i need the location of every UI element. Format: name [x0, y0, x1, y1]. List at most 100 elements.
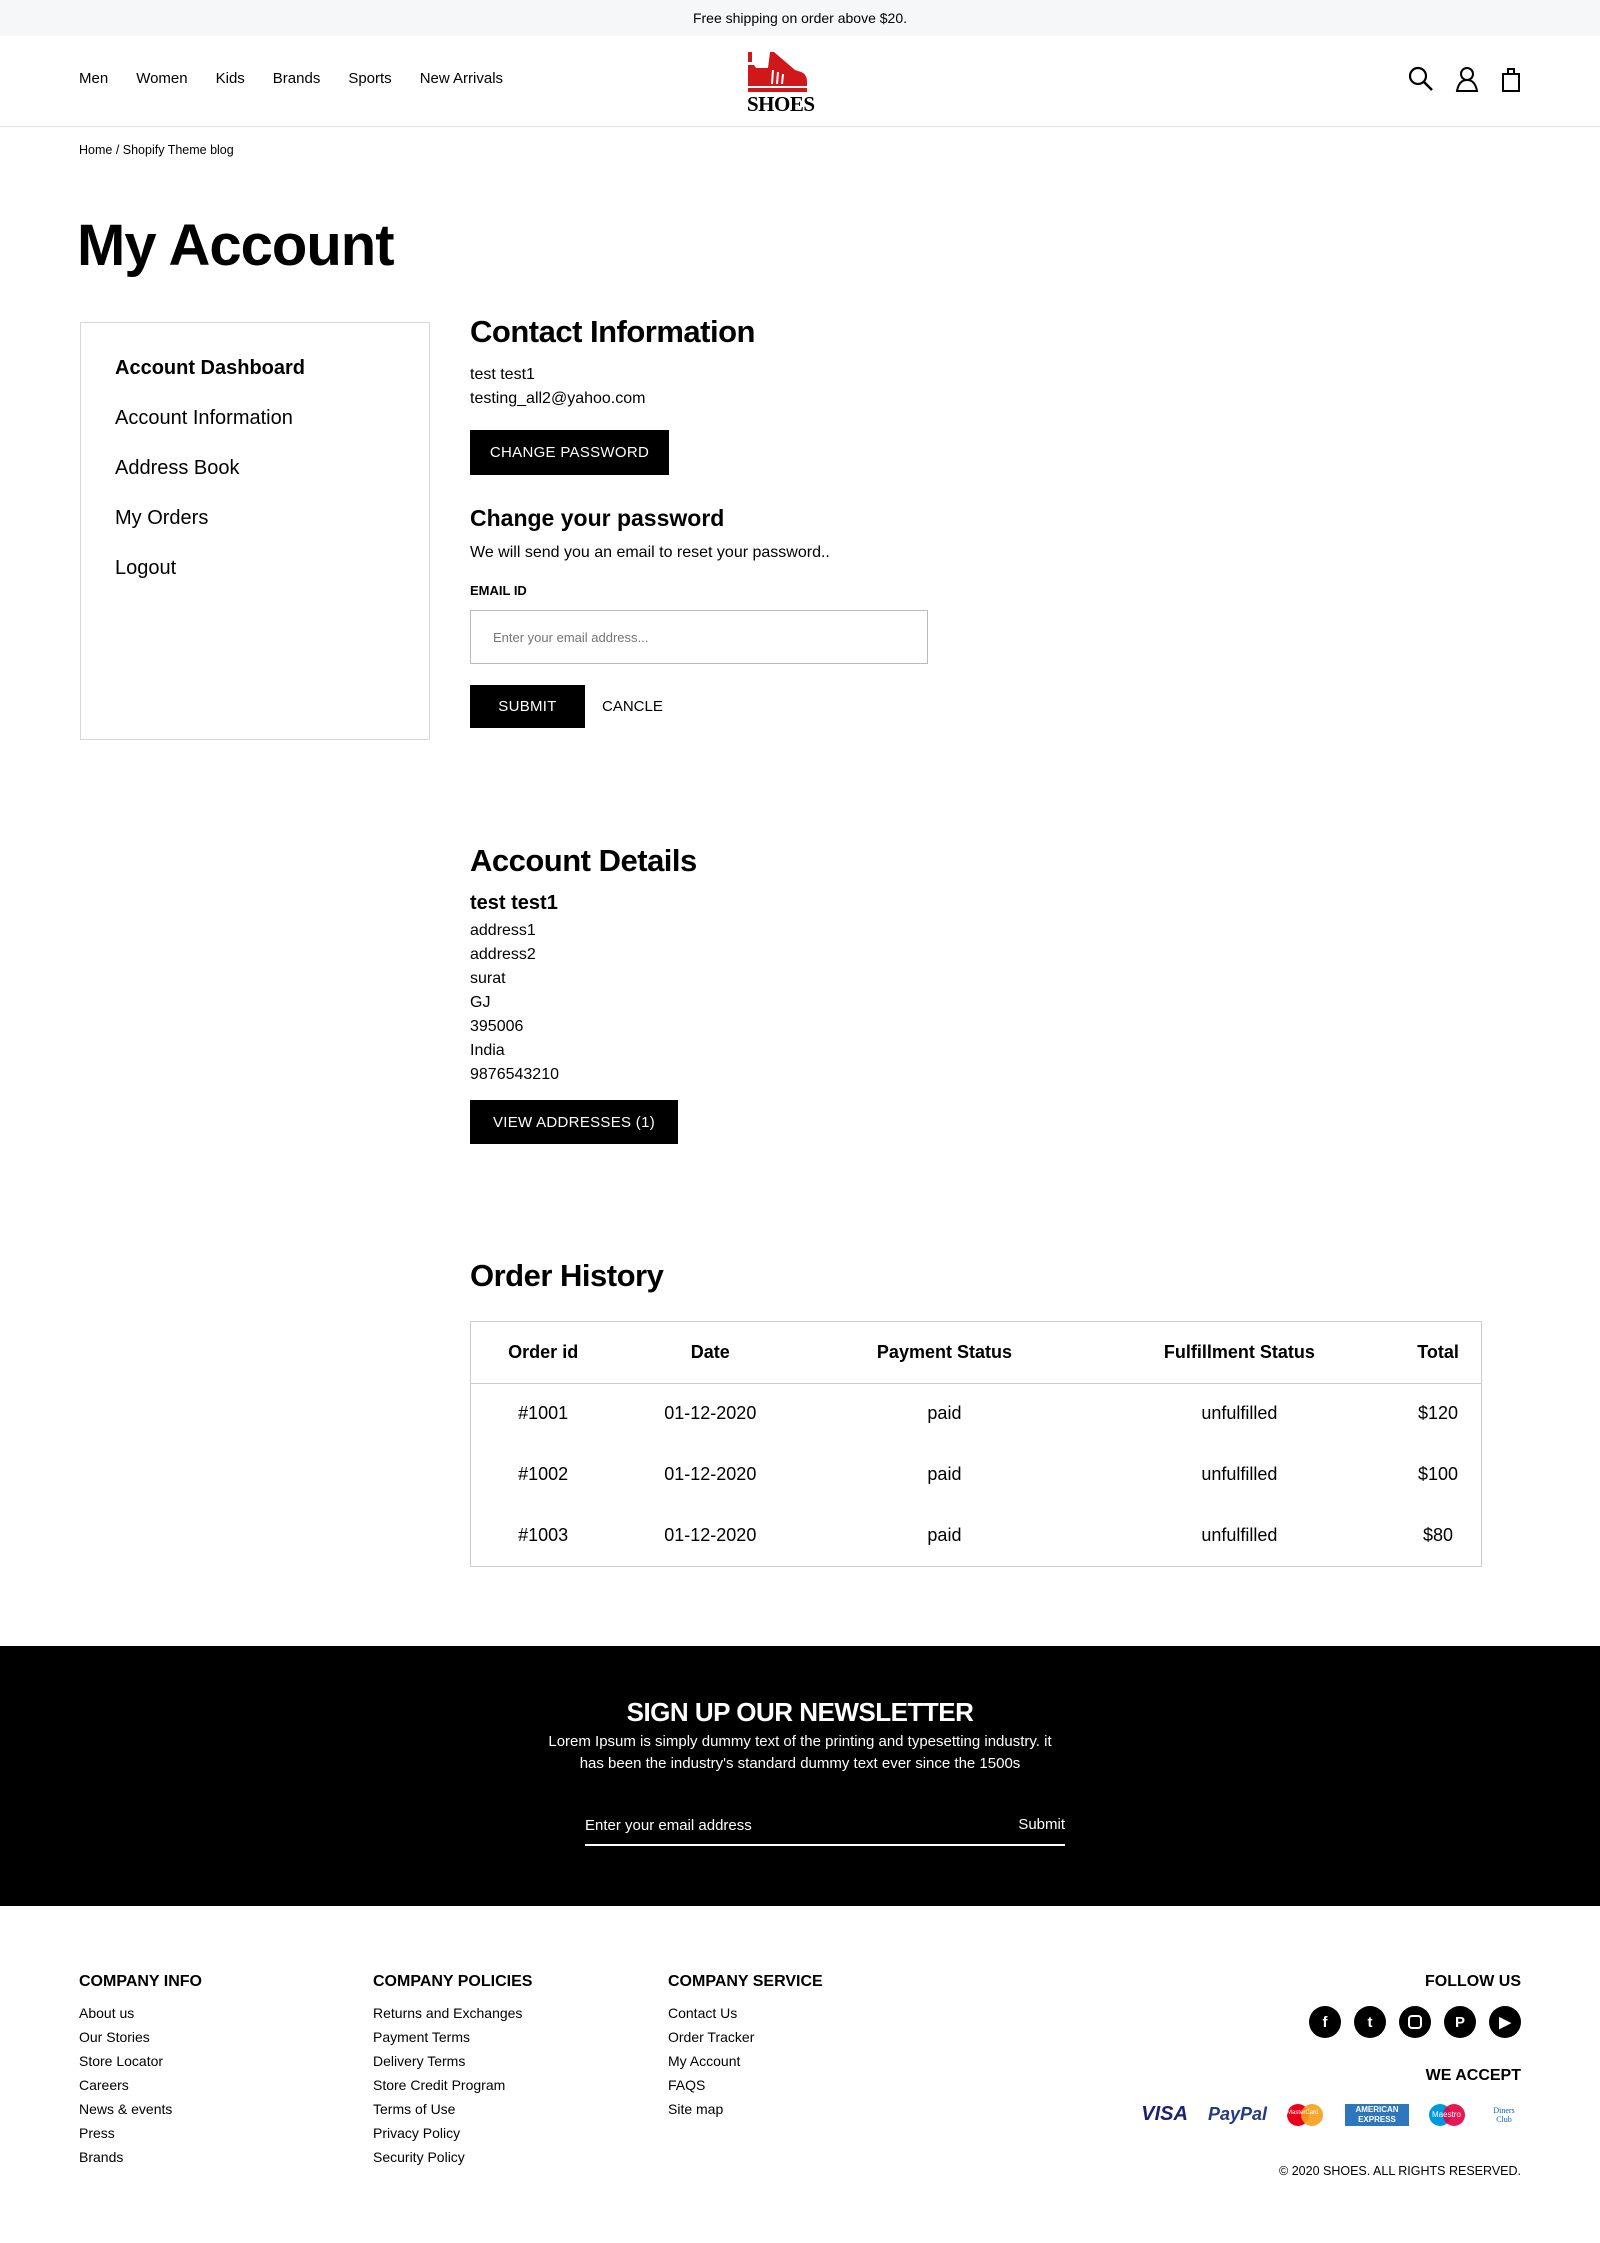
facebook-icon[interactable]: f — [1309, 2006, 1341, 2038]
header: Men Women Kids Brands Sports New Arrival… — [0, 36, 1600, 127]
maestro-icon: Maestro — [1429, 2103, 1467, 2126]
footer-link[interactable]: Brands — [79, 2145, 202, 2169]
change-password-desc: We will send you an email to reset your … — [470, 544, 830, 561]
breadcrumb-home[interactable]: Home — [79, 143, 112, 157]
nav-sports[interactable]: Sports — [348, 70, 391, 87]
sidebar-item-logout[interactable]: Logout — [115, 557, 429, 581]
address-line: address2 — [470, 946, 536, 963]
order-table: Order id Date Payment Status Fulfillment… — [470, 1321, 1482, 1567]
footer-heading: COMPANY POLICIES — [373, 1973, 533, 1990]
email-label: EMAIL ID — [470, 583, 527, 598]
order-date: 01-12-2020 — [664, 1403, 757, 1424]
newsletter-form: Submit — [585, 1806, 1065, 1846]
order-total: $120 — [1418, 1403, 1459, 1424]
we-accept-heading: WE ACCEPT — [1425, 2067, 1521, 2084]
cart-icon[interactable] — [1500, 66, 1522, 97]
sidebar-item-my-orders[interactable]: My Orders — [115, 507, 429, 531]
order-history-title: Order History — [470, 1258, 664, 1293]
newsletter-section: SIGN UP OUR NEWSLETTER Lorem Ipsum is si… — [0, 1646, 1600, 1906]
mastercard-icon: MasterCard — [1287, 2103, 1325, 2126]
footer-link[interactable]: Careers — [79, 2073, 202, 2097]
newsletter-text-1: Lorem Ipsum is simply dummy text of the … — [548, 1733, 1052, 1750]
col-order-id: Order id — [471, 1322, 616, 1384]
change-password-button[interactable]: CHANGE PASSWORD — [470, 430, 669, 475]
footer-link[interactable]: Press — [79, 2121, 202, 2145]
search-icon[interactable] — [1408, 66, 1434, 97]
paypal-icon: PayPal — [1207, 2104, 1267, 2124]
footer-link[interactable]: Store Credit Program — [373, 2073, 532, 2097]
footer-link[interactable]: Site map — [668, 2097, 823, 2121]
address-phone: 9876543210 — [470, 1066, 559, 1083]
footer-heading: COMPANY SERVICE — [668, 1973, 823, 1990]
mastercard-text: MasterCard — [1287, 2109, 1319, 2116]
submit-button[interactable]: SUBMIT — [470, 685, 585, 728]
sidebar-item-account-information[interactable]: Account Information — [115, 407, 429, 431]
twitter-icon[interactable]: t — [1354, 2006, 1386, 2038]
nav-new-arrivals[interactable]: New Arrivals — [420, 70, 503, 87]
footer-link[interactable]: FAQS — [668, 2073, 823, 2097]
newsletter-title: SIGN UP OUR NEWSLETTER — [626, 1697, 974, 1727]
header-icons — [1408, 66, 1522, 97]
footer-link[interactable]: Terms of Use — [373, 2097, 532, 2121]
contact-email: testing_all2@yahoo.com — [470, 390, 646, 407]
sidebar-item-address-book[interactable]: Address Book — [115, 457, 429, 481]
change-password-title: Change your password — [470, 505, 725, 531]
fulfillment-status: unfulfilled — [1201, 1403, 1278, 1424]
breadcrumb-current: Shopify Theme blog — [122, 143, 234, 157]
footer-link[interactable]: Contact Us — [668, 2001, 823, 2025]
footer-link[interactable]: Payment Terms — [373, 2025, 532, 2049]
youtube-icon[interactable]: ▶ — [1489, 2006, 1521, 2038]
social-links: f t P ▶ — [1309, 2006, 1521, 2038]
footer-link[interactable]: Store Locator — [79, 2049, 202, 2073]
footer-link[interactable]: Returns and Exchanges — [373, 2001, 532, 2025]
table-header: Order id Date Payment Status Fulfillment… — [471, 1322, 1481, 1384]
footer-link[interactable]: Security Policy — [373, 2145, 532, 2169]
account-name: test test1 — [470, 892, 558, 914]
payment-status: paid — [927, 1525, 962, 1545]
address-state: GJ — [470, 994, 491, 1011]
footer-heading: COMPANY INFO — [79, 1973, 202, 1990]
address-zip: 395006 — [470, 1018, 524, 1035]
order-total: $80 — [1423, 1525, 1454, 1545]
newsletter-submit-button[interactable]: Submit — [1018, 1816, 1065, 1833]
copyright: © 2020 SHOES. ALL RIGHTS RESERVED. — [1279, 2164, 1521, 2178]
logo-text: SHOES — [747, 92, 815, 116]
nav-women[interactable]: Women — [136, 70, 187, 87]
footer-link[interactable]: My Account — [668, 2049, 823, 2073]
nav-brands[interactable]: Brands — [273, 70, 321, 87]
instagram-icon[interactable] — [1399, 2006, 1431, 2038]
footer-link[interactable]: Delivery Terms — [373, 2049, 532, 2073]
view-addresses-button[interactable]: VIEW ADDRESSES (1) — [470, 1100, 678, 1144]
nav-men[interactable]: Men — [79, 70, 108, 87]
email-input[interactable] — [470, 610, 928, 664]
fulfillment-status: unfulfilled — [1201, 1464, 1278, 1484]
order-date: 01-12-2020 — [664, 1464, 757, 1484]
sidebar-item-dashboard[interactable]: Account Dashboard — [115, 357, 429, 381]
nav-kids[interactable]: Kids — [216, 70, 245, 87]
footer-link[interactable]: News & events — [79, 2097, 202, 2121]
order-id[interactable]: #1002 — [471, 1444, 615, 1505]
footer-col-company-info: COMPANY INFO About us Our Stories Store … — [79, 1973, 202, 2169]
payment-status: paid — [927, 1403, 962, 1424]
col-date: Date — [615, 1322, 806, 1384]
footer-link[interactable]: Privacy Policy — [373, 2121, 532, 2145]
payment-methods: VISA PayPal MasterCard AMERICAN EXPRESS … — [1141, 2103, 1521, 2126]
account-icon[interactable] — [1454, 66, 1480, 97]
newsletter-text-2: has been the industry's standard dummy t… — [579, 1755, 1021, 1772]
pinterest-icon[interactable]: P — [1444, 2006, 1476, 2038]
address-block: address1 address2 surat GJ 395006 India … — [470, 919, 559, 1087]
cancel-button[interactable]: CANCLE — [602, 698, 663, 715]
order-id[interactable]: #1003 — [471, 1505, 615, 1566]
order-id[interactable]: #1001 — [471, 1383, 615, 1444]
footer-link[interactable]: Order Tracker — [668, 2025, 823, 2049]
logo[interactable]: SHOES — [745, 48, 835, 117]
newsletter-email-input[interactable] — [585, 1806, 965, 1844]
visa-icon: VISA — [1141, 2103, 1188, 2125]
col-payment-status: Payment Status — [805, 1322, 1084, 1384]
announcement-bar: Free shipping on order above $20. — [0, 0, 1600, 36]
footer-link[interactable]: Our Stories — [79, 2025, 202, 2049]
address-country: India — [470, 1042, 505, 1059]
footer-link[interactable]: About us — [79, 2001, 202, 2025]
payment-status: paid — [927, 1464, 962, 1484]
main-nav: Men Women Kids Brands Sports New Arrival… — [79, 70, 503, 87]
